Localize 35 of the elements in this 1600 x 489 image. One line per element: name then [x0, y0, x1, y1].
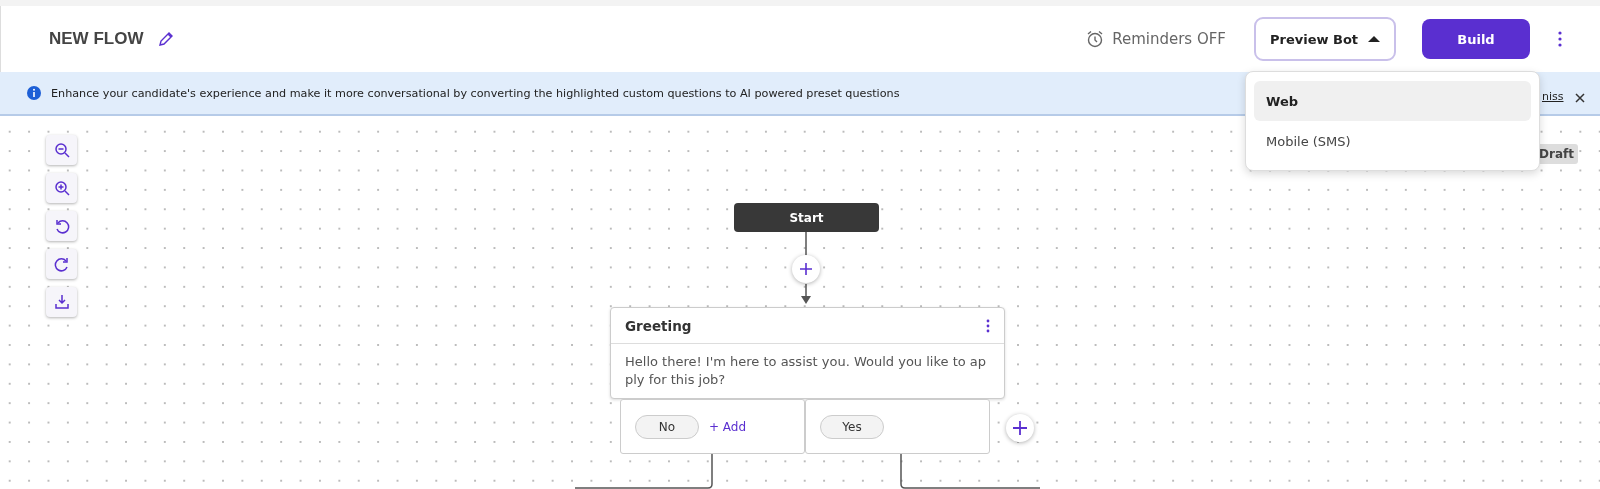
menu-item[interactable]: Mobile (SMS) [1254, 121, 1531, 161]
zoom-out-button[interactable] [46, 135, 77, 165]
download-icon [53, 294, 70, 310]
answer-chip[interactable]: Yes [820, 414, 884, 439]
redo-button[interactable] [46, 249, 77, 279]
zoom-in-icon [53, 180, 70, 196]
plus-icon [800, 263, 812, 275]
start-node[interactable]: Start [734, 203, 879, 232]
close-icon[interactable] [1575, 93, 1585, 103]
dismiss-link[interactable]: niss [1542, 90, 1564, 103]
banner-message: Enhance your candidate's experience and make it more conversational by converting the highlighted custom questions to AI powered preset questions [51, 86, 900, 100]
redo-icon [53, 256, 70, 272]
download-button[interactable] [46, 287, 77, 317]
answer-chip[interactable]: No [635, 414, 699, 439]
more-options-icon[interactable] [986, 318, 990, 333]
menu-item[interactable]: Web [1254, 81, 1531, 121]
info-icon [27, 86, 41, 100]
reminders-status[interactable]: Reminders OFF [1112, 30, 1226, 48]
undo-button[interactable] [46, 211, 77, 241]
plus-icon [1013, 421, 1027, 435]
more-options-icon[interactable] [1558, 31, 1562, 47]
flow-title: NEW FLOW [49, 29, 144, 49]
undo-icon [53, 218, 70, 234]
zoom-out-icon [53, 142, 70, 158]
caret-icon [1368, 35, 1381, 43]
add-answer-button[interactable] [1006, 414, 1034, 442]
add-step-button[interactable] [792, 255, 820, 283]
build-button[interactable]: Build [1422, 19, 1530, 59]
alarm-clock-icon [1086, 30, 1105, 48]
add-link[interactable]: + Add [709, 419, 747, 434]
zoom-in-button[interactable] [46, 173, 77, 203]
node-message: Hello there! I'm here to assist you. Would you like to ap ply for this job? [624, 353, 988, 389]
preview-bot-button[interactable]: Preview Bot [1254, 17, 1396, 61]
greeting-node[interactable]: Greeting Hello there! I'm here to assist you. Would you like to ap ply for this job? [610, 307, 1005, 399]
node-title: Greeting [625, 317, 692, 334]
